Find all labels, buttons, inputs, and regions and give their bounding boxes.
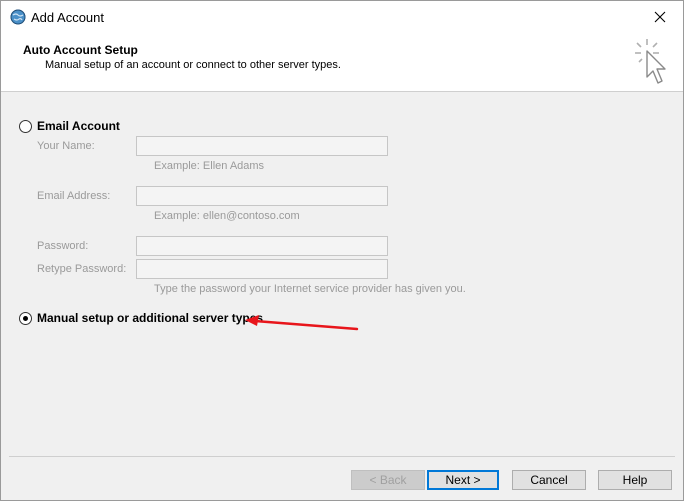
- email-account-label: Email Account: [37, 119, 120, 133]
- your-name-example: Example: Ellen Adams: [154, 160, 265, 172]
- annotation-arrow: [245, 315, 359, 331]
- cancel-button[interactable]: Cancel: [512, 470, 586, 490]
- page-header: Auto Account Setup Manual setup of an ac…: [1, 33, 683, 92]
- email-address-example: Example: ellen@contoso.com: [154, 210, 300, 222]
- click-cursor-icon: [635, 39, 666, 84]
- email-account-option[interactable]: Email Account: [19, 119, 120, 133]
- manual-setup-option[interactable]: Manual setup or additional server types: [19, 311, 263, 325]
- password-label: Password:: [37, 240, 89, 252]
- outlook-globe-icon: [10, 9, 26, 25]
- close-icon: [654, 11, 666, 23]
- footer-divider: [9, 456, 675, 457]
- page-title: Auto Account Setup: [23, 43, 138, 57]
- next-button[interactable]: Next >: [427, 470, 499, 490]
- page-subtitle: Manual setup of an account or connect to…: [45, 59, 341, 71]
- help-button[interactable]: Help: [598, 470, 672, 490]
- manual-setup-label: Manual setup or additional server types: [37, 311, 264, 325]
- window-title: Add Account: [31, 10, 104, 25]
- title-bar: Add Account: [1, 1, 683, 33]
- manual-setup-radio[interactable]: [19, 311, 32, 325]
- email-account-radio[interactable]: [19, 119, 32, 133]
- email-address-input[interactable]: [136, 186, 388, 206]
- email-address-label: Email Address:: [37, 190, 111, 202]
- back-button[interactable]: < Back: [351, 470, 425, 490]
- your-name-label: Your Name:: [37, 140, 95, 152]
- your-name-input[interactable]: [136, 136, 388, 156]
- password-hint: Type the password your Internet service …: [154, 283, 466, 295]
- add-account-dialog: Add Account Auto Account Setup Manual se…: [0, 0, 684, 501]
- retype-password-label: Retype Password:: [37, 263, 127, 275]
- close-button[interactable]: [637, 1, 683, 33]
- password-input[interactable]: [136, 236, 388, 256]
- retype-password-input[interactable]: [136, 259, 388, 279]
